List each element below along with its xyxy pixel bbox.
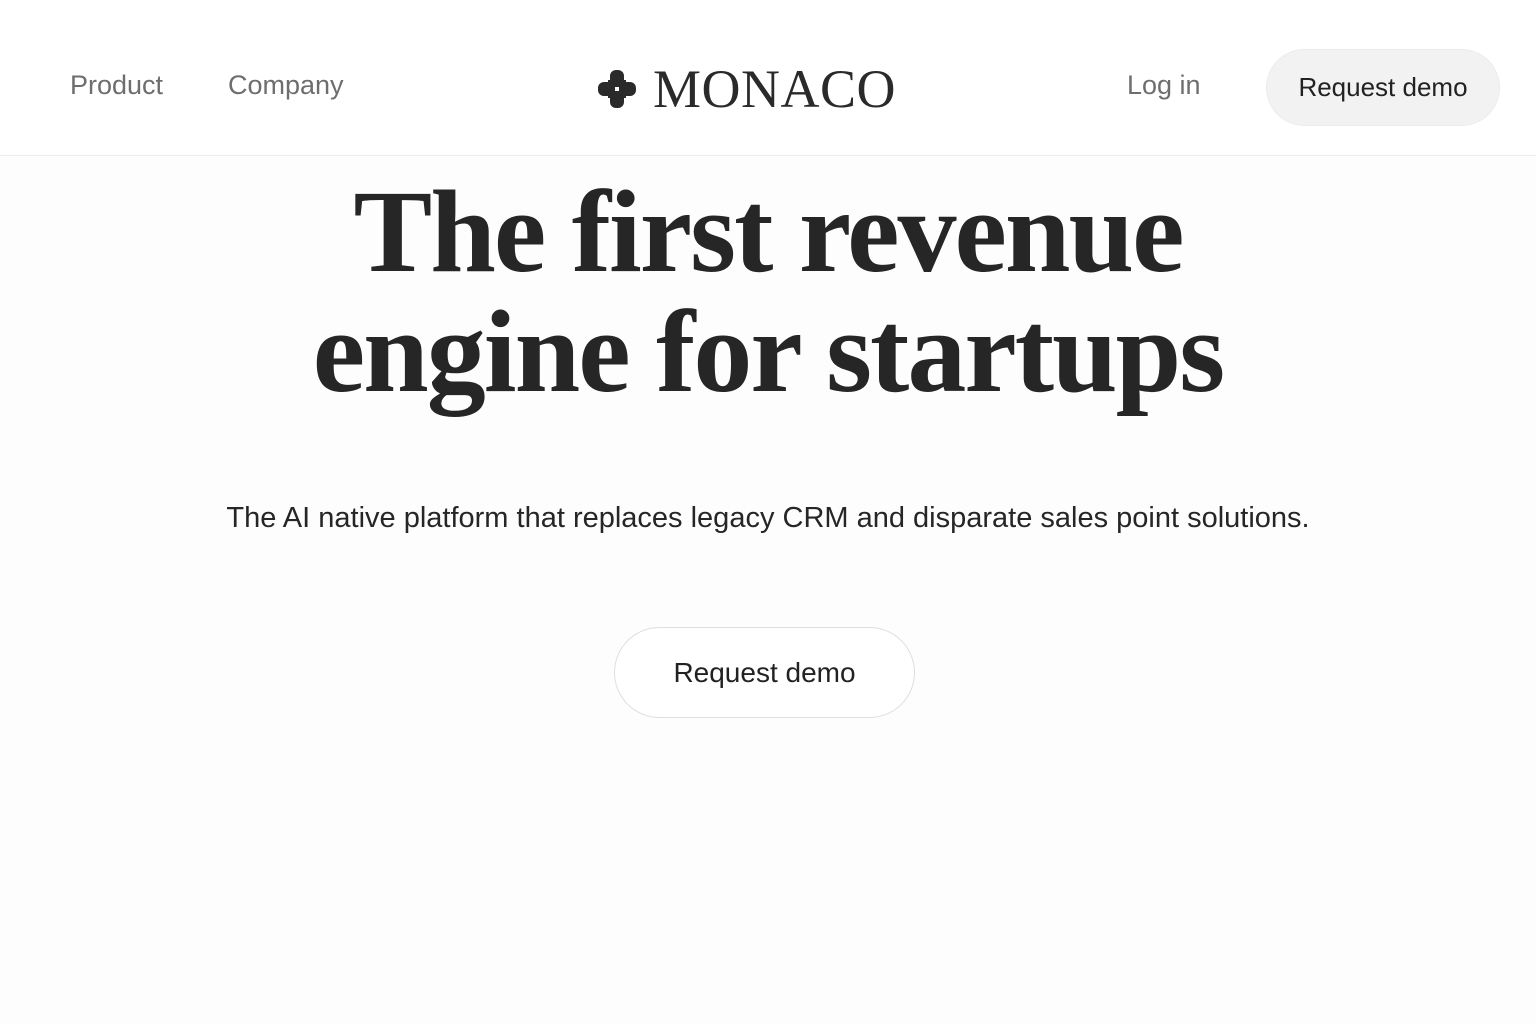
brand-logo[interactable]: MONACO <box>595 62 896 116</box>
nav-product-link[interactable]: Product <box>70 68 163 102</box>
top-navigation-bar: Product Company MONACO Log in Request de… <box>0 0 1536 156</box>
login-link[interactable]: Log in <box>1127 68 1201 102</box>
plus-blob-logo-icon <box>598 70 636 108</box>
request-demo-button-hero[interactable]: Request demo <box>614 627 915 718</box>
hero-subheadline: The AI native platform that replaces leg… <box>226 502 1310 534</box>
hero-headline-line-2: engine for startups <box>312 286 1225 417</box>
hero-headline: The first revenue engine for startups <box>0 172 1536 412</box>
brand-name: MONACO <box>653 59 897 119</box>
hero-headline-line-1: The first revenue <box>353 166 1185 297</box>
nav-company-link[interactable]: Company <box>228 68 344 102</box>
request-demo-button-header[interactable]: Request demo <box>1266 49 1500 126</box>
